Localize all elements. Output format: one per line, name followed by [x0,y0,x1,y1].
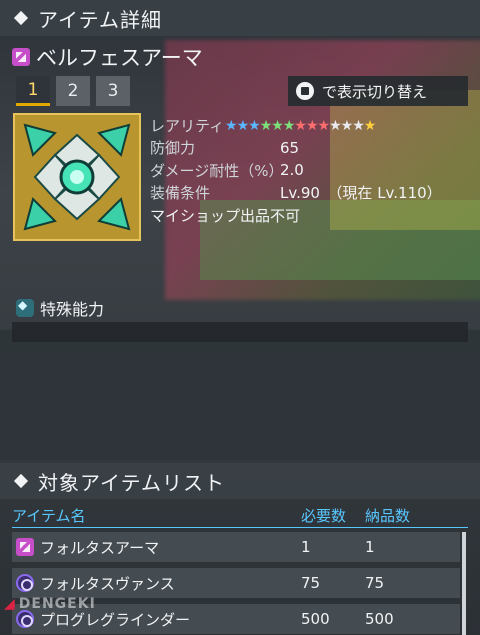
rarity-star-icon: ★ [259,118,273,135]
page-title: アイテム詳細 [38,7,162,32]
special-ability-row: 特殊能力 [16,296,104,320]
defense-value: 65 [280,138,300,157]
detail-header: アイテム詳細 [0,0,480,36]
list-item-delivered: 500 [365,610,394,628]
item-list-header: 対象アイテムリスト [0,463,480,499]
list-item[interactable]: フォルタスアーマ 1 1 [12,532,460,562]
detail-tabs: 1 2 3 [16,76,130,106]
rarity-star-icon: ★ [363,118,377,135]
unit-icon [16,574,34,592]
toggle-display-label: で表示切り替え [322,82,428,101]
requirement-value: Lv.90 （現在 Lv.110） [280,184,442,203]
toggle-display-button[interactable]: で表示切り替え [288,76,468,106]
list-scrollbar[interactable] [462,532,466,635]
list-item[interactable]: フォルタスヴァンス 75 75 [12,568,460,598]
rarity-label: レアリティ [150,116,225,135]
item-list-title: 対象アイテムリスト [38,470,225,495]
rarity-star-icon: ★ [282,118,296,135]
rarity-star-icon: ★ [317,118,331,135]
damage-resist-row: ダメージ耐性（%） 2.0 [150,159,470,182]
item-name: ベルフェスアーマ [36,46,203,70]
rarity-star-icon: ★ [236,118,250,135]
column-required: 必要数 [301,507,347,525]
list-item-required: 500 [301,610,330,628]
defense-label: 防御力 [150,139,196,158]
column-item-name: アイテム名 [12,507,86,525]
item-list: フォルタスアーマ 1 1 フォルタスヴァンス 75 75 プログレグラインダー … [12,532,460,635]
list-item-name: フォルタスヴァンス [40,574,175,593]
list-item-required: 1 [301,538,311,556]
rarity-row: レアリティ ★★★★★★★★★★★★★ [150,114,470,137]
list-item-required: 75 [301,574,321,592]
damage-resist-value: 2.0 [280,161,304,180]
requirement-row: 装備条件 Lv.90 （現在 Lv.110） [150,182,470,205]
requirement-label: 装備条件 [150,184,211,203]
diamond-icon [13,473,29,489]
item-name-row: ベルフェスアーマ [12,42,203,72]
special-ability-slot [12,322,468,342]
rarity-star-icon: ★ [340,118,354,135]
rarity-star-icon: ★ [305,118,319,135]
special-ability-label: 特殊能力 [40,300,105,319]
list-item-delivered: 1 [365,538,375,556]
watermark-text: DENGEKI [18,596,96,612]
watermark-logo: ◢ DENGEKI [4,596,96,612]
rarity-star-icon: ★ [294,118,307,135]
item-thumbnail [13,113,141,241]
item-list-columns: アイテム名 必要数 納品数 [12,504,468,528]
defense-row: 防御力 65 [150,137,470,160]
controller-button-icon [296,82,314,100]
armor-emblem-icon [15,115,139,239]
rarity-stars: ★★★★★★★★★★★★★ [225,116,377,135]
item-properties: レアリティ ★★★★★★★★★★★★★ 防御力 65 ダメージ耐性（%） 2.0… [150,114,470,227]
tab-2[interactable]: 2 [56,76,90,106]
diamond-icon [13,10,29,26]
tab-1[interactable]: 1 [16,76,50,106]
rarity-star-icon: ★ [271,118,284,135]
rarity-star-icon: ★ [329,118,342,135]
rarity-star-icon: ★ [248,118,261,135]
damage-resist-label: ダメージ耐性（%） [150,161,284,180]
list-item-delivered: 75 [365,574,385,592]
special-ability-icon [16,298,34,317]
rarity-star-icon: ★ [225,118,238,135]
list-item-name: フォルタスアーマ [40,538,160,557]
column-delivered: 納品数 [365,507,411,525]
unit-icon [16,610,34,628]
rarity-star-icon: ★ [352,118,365,135]
tab-3[interactable]: 3 [96,76,130,106]
armor-icon [16,538,34,556]
armor-category-icon [12,48,30,66]
shop-note: マイショップ出品不可 [150,206,301,225]
